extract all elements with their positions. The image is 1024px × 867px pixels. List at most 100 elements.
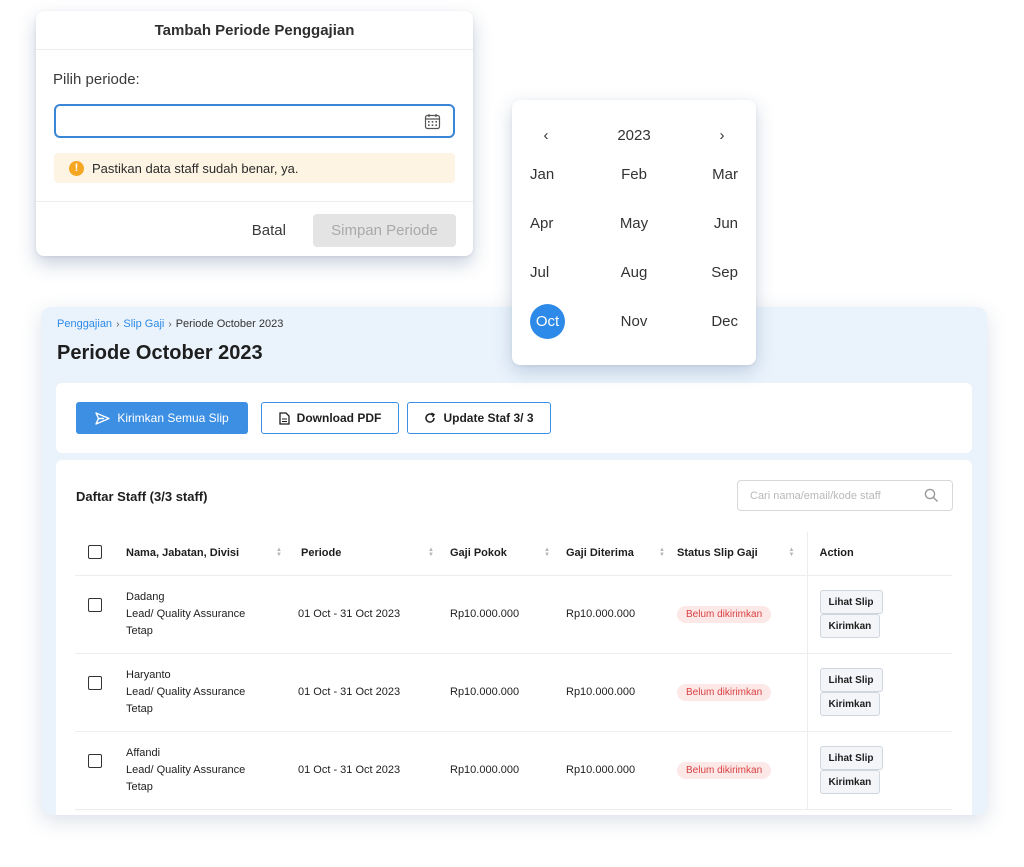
send-all-slips-button[interactable]: Kirimkan Semua Slip [76, 402, 248, 434]
send-slip-button[interactable]: Kirimkan [819, 692, 881, 716]
staff-info-cell: Dadang Lead/ Quality Assurance Tetap [126, 575, 294, 654]
month-jun[interactable]: Jun [671, 205, 744, 241]
status-badge: Belum dikirimkan [677, 605, 772, 623]
row-checkbox[interactable] [88, 753, 102, 768]
status-cell: Belum dikirimkan [677, 575, 807, 654]
header-name[interactable]: Nama, Jabatan, Divisi ▲ ▼ [126, 532, 294, 576]
header-gaji-diterima[interactable]: Gaji Diterima ▲ ▼ [562, 532, 677, 576]
header-select-all [75, 532, 126, 576]
row-select-cell [75, 731, 126, 810]
staff-role: Lead/ Quality Assurance [126, 763, 246, 776]
status-cell: Belum dikirimkan [677, 653, 807, 732]
month-label: Nov [620, 312, 648, 330]
sort-icon[interactable]: ▲ ▼ [789, 547, 795, 558]
month-label: Aug [620, 263, 648, 281]
status-cell: Belum dikirimkan [677, 731, 807, 810]
header-status[interactable]: Status Slip Gaji ▲ ▼ [677, 532, 807, 576]
select-all-checkbox[interactable] [88, 544, 102, 559]
gaji-diterima-cell: Rp10.000.000 [562, 731, 677, 810]
calendar-icon[interactable] [424, 113, 441, 130]
send-icon [95, 411, 111, 425]
staff-name: Affandi [126, 746, 161, 759]
header-name-label: Nama, Jabatan, Divisi [126, 547, 240, 560]
breadcrumb-slip-gaji[interactable]: Slip Gaji [123, 318, 164, 330]
month-label-selected: Oct [530, 303, 565, 339]
search-input[interactable] [750, 481, 920, 510]
month-sep[interactable]: Sep [671, 254, 744, 290]
save-period-button[interactable]: Simpan Periode [313, 214, 456, 247]
periode-cell: 01 Oct - 31 Oct 2023 [294, 653, 446, 732]
action-cell: Lihat SlipKirimkan [806, 653, 952, 732]
modal-title: Tambah Periode Penggajian [36, 11, 473, 50]
staff-info-cell: Haryanto Lead/ Quality Assurance Tetap [126, 653, 294, 732]
send-slip-button[interactable]: Kirimkan [819, 614, 881, 638]
sort-icon[interactable]: ▲ ▼ [659, 547, 665, 558]
row-checkbox[interactable] [88, 675, 102, 690]
month-feb[interactable]: Feb [597, 156, 670, 192]
month-apr[interactable]: Apr [524, 205, 597, 241]
staff-role: Lead/ Quality Assurance [126, 607, 246, 620]
add-period-modal: Tambah Periode Penggajian Pilih periode:… [36, 11, 473, 256]
view-slip-button[interactable]: Lihat Slip [819, 746, 883, 770]
row-checkbox[interactable] [88, 597, 102, 612]
breadcrumb-separator: › [116, 318, 120, 330]
staff-name: Dadang [126, 590, 165, 603]
cancel-button[interactable]: Batal [248, 214, 290, 247]
warning-alert: ! Pastikan data staff sudah benar, ya. [54, 153, 455, 183]
month-mar[interactable]: Mar [671, 156, 744, 192]
download-pdf-button[interactable]: Download PDF [261, 402, 399, 434]
sort-icon[interactable]: ▲ ▼ [276, 547, 282, 558]
periode-cell: 01 Oct - 31 Oct 2023 [294, 575, 446, 654]
month-label: Jan [530, 165, 555, 183]
month-aug[interactable]: Aug [597, 254, 670, 290]
gaji-diterima-cell: Rp10.000.000 [562, 575, 677, 654]
month-oct[interactable]: Oct [524, 303, 597, 339]
month-dec[interactable]: Dec [671, 303, 744, 339]
staff-role: Lead/ Quality Assurance [126, 685, 246, 698]
breadcrumb-penggajian[interactable]: Penggajian [57, 318, 112, 330]
header-status-label: Status Slip Gaji [677, 547, 758, 560]
status-badge: Belum dikirimkan [677, 761, 772, 779]
month-label: Jun [713, 214, 738, 232]
sort-icon[interactable]: ▲ ▼ [544, 547, 550, 558]
send-slip-button[interactable]: Kirimkan [819, 770, 881, 794]
staff-division: Tetap [126, 780, 153, 793]
modal-footer: Batal Simpan Periode [36, 201, 473, 256]
staff-table: Nama, Jabatan, Divisi ▲ ▼ Periode ▲ ▼ Gaji P… [75, 532, 952, 810]
month-may[interactable]: May [597, 205, 670, 241]
chevron-right-icon[interactable]: › [711, 124, 733, 146]
month-jan[interactable]: Jan [524, 156, 597, 192]
view-slip-button[interactable]: Lihat Slip [819, 668, 883, 692]
page-title: Periode October 2023 [57, 342, 263, 364]
header-periode[interactable]: Periode ▲ ▼ [294, 532, 446, 576]
sort-icon[interactable]: ▲ ▼ [428, 547, 434, 558]
info-icon: ! [69, 160, 84, 176]
download-pdf-label: Download PDF [296, 411, 382, 425]
month-label: Apr [530, 214, 554, 232]
action-cell: Lihat SlipKirimkan [806, 731, 952, 810]
refresh-icon [425, 412, 436, 423]
staff-list-title: Daftar Staff (3/3 staff) [76, 489, 208, 504]
send-all-label: Kirimkan Semua Slip [117, 411, 229, 425]
breadcrumb-current: Periode October 2023 [175, 318, 284, 330]
month-label: May [619, 214, 649, 232]
staff-division: Tetap [126, 702, 153, 715]
periode-cell: 01 Oct - 31 Oct 2023 [294, 731, 446, 810]
month-grid: Jan Feb Mar Apr May Jun Jul Aug Sep Oct … [524, 156, 744, 339]
search-icon[interactable] [924, 488, 939, 503]
header-gaji-pokok[interactable]: Gaji Pokok ▲ ▼ [446, 532, 562, 576]
search-box [737, 480, 953, 511]
header-periode-label: Periode [301, 547, 342, 560]
period-field-label: Pilih periode: [53, 71, 140, 88]
gaji-diterima-cell: Rp10.000.000 [562, 653, 677, 732]
gaji-pokok-cell: Rp10.000.000 [446, 731, 562, 810]
period-input[interactable] [54, 104, 455, 138]
month-jul[interactable]: Jul [524, 254, 597, 290]
month-nov[interactable]: Nov [597, 303, 670, 339]
month-label: Feb [621, 165, 647, 183]
staff-division: Tetap [126, 624, 153, 637]
update-staff-button[interactable]: Update Staf 3/ 3 [407, 402, 551, 434]
table-row: Haryanto Lead/ Quality Assurance Tetap 0… [75, 653, 952, 732]
breadcrumb: Penggajian › Slip Gaji › Periode October… [57, 318, 283, 330]
view-slip-button[interactable]: Lihat Slip [819, 590, 883, 614]
